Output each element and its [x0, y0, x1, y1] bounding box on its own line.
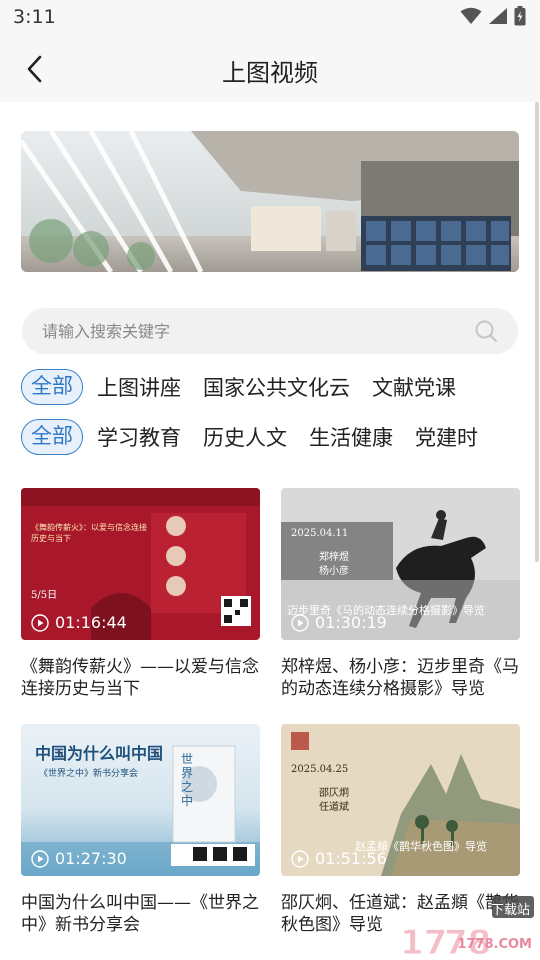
thumbnail-speaker: 邵仄炯	[319, 788, 349, 799]
signal-icon	[489, 8, 507, 24]
thumbnail-speaker: 郑梓煜	[319, 552, 349, 563]
thumbnail-book-title: 世界之中	[181, 752, 194, 808]
status-bar: 3:11	[0, 0, 540, 36]
library-banner-image[interactable]	[21, 131, 519, 272]
category-tabs-primary: 全部 上图讲座 国家公共文化云 文献党课	[21, 367, 478, 407]
category-tab-lectures[interactable]: 上图讲座	[97, 372, 181, 402]
thumbnail-date: 5/5日	[31, 590, 58, 601]
battery-icon	[514, 6, 526, 26]
video-duration: 01:30:19	[291, 613, 387, 632]
thumbnail-speaker: 杨小彦	[319, 566, 349, 577]
thumbnail-subheading: 《世界之中》新书分享会	[39, 769, 139, 779]
search-icon[interactable]	[474, 319, 498, 343]
wifi-icon	[460, 7, 482, 24]
category-tabs-secondary: 全部 学习教育 历史人文 生活健康 党建时	[21, 417, 500, 457]
search-bar[interactable]	[22, 308, 518, 354]
scrollbar[interactable]	[535, 102, 539, 562]
video-title[interactable]: 中国为什么叫中国——《世界之中》新书分享会	[21, 892, 260, 936]
duration-text: 01:30:19	[315, 613, 387, 632]
video-duration: 01:27:30	[31, 849, 127, 868]
video-title[interactable]: 郑梓煜、杨小彦：迈步里奇《马的动态连续分格摄影》导览	[281, 656, 520, 700]
duration-text: 01:51:56	[315, 849, 387, 868]
video-thumbnail[interactable]: 《舞韵传薪火》：以爱与信念连接历史与当下 5/5日 01:16:44	[21, 488, 260, 640]
play-icon	[291, 849, 309, 868]
thumbnail-date: 2025.04.25	[291, 764, 349, 775]
category-tab-public-culture-cloud[interactable]: 国家公共文化云	[203, 372, 350, 402]
nav-bar: 上图视频	[0, 36, 540, 102]
watermark-text: 下载站	[490, 903, 530, 918]
thumbnail-date: 2025.04.11	[291, 528, 349, 539]
subcategory-tab-history-humanities[interactable]: 历史人文	[203, 422, 287, 452]
thumbnail-heading: 中国为什么叫中国	[35, 744, 164, 763]
site-watermark: 17 78 下载站 1778.COM	[400, 894, 536, 960]
subcategory-tab-party-building[interactable]: 党建时	[415, 422, 478, 452]
category-tab-party-lessons[interactable]: 文献党课	[372, 372, 456, 402]
watermark-domain: 1778.COM	[457, 937, 532, 952]
duration-text: 01:16:44	[55, 613, 127, 632]
category-tab-all[interactable]: 全部	[21, 369, 83, 405]
svg-text:17: 17	[400, 923, 447, 958]
play-icon	[291, 613, 309, 632]
video-thumbnail[interactable]: 中国为什么叫中国 《世界之中》新书分享会 世界之中 01:27:30	[21, 724, 260, 876]
subcategory-tab-health[interactable]: 生活健康	[309, 422, 393, 452]
thumbnail-heading: 《舞韵传薪火》：以爱与信念连接历史与当下	[31, 523, 147, 543]
duration-text: 01:27:30	[55, 849, 127, 868]
video-thumbnail[interactable]: 2025.04.11 郑梓煜 杨小彦 迈步里奇《马的动态连续分格摄影》导览 01…	[281, 488, 520, 640]
thumbnail-speaker: 任道斌	[319, 802, 349, 813]
subcategory-tab-study-education[interactable]: 学习教育	[97, 422, 181, 452]
video-duration: 01:16:44	[31, 613, 127, 632]
video-title[interactable]: 《舞韵传薪火》——以爱与信念连接历史与当下	[21, 656, 260, 700]
play-icon	[31, 613, 49, 632]
video-thumbnail[interactable]: 2025.04.25 邵仄炯 任道斌 赵孟頫《鹊华秋色图》导览 01:51:56	[281, 724, 520, 876]
page-title: 上图视频	[222, 59, 318, 87]
status-time: 3:11	[13, 6, 56, 28]
subcategory-tab-all[interactable]: 全部	[21, 419, 83, 455]
play-icon	[31, 849, 49, 868]
search-input[interactable]	[42, 308, 462, 354]
video-duration: 01:51:56	[291, 849, 387, 868]
status-icons	[460, 6, 526, 26]
